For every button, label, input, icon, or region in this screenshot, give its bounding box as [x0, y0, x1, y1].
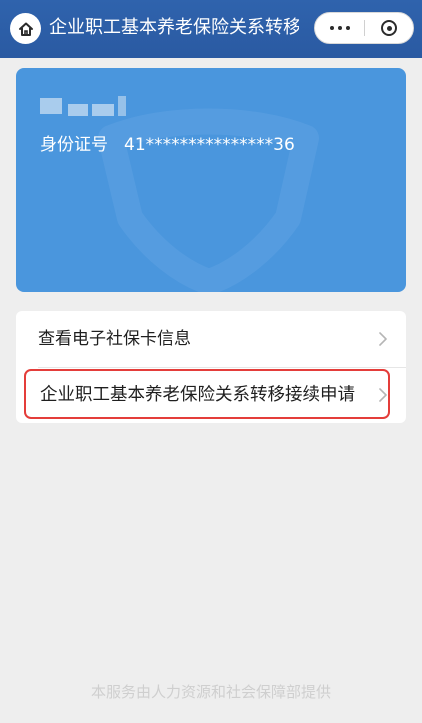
chevron-right-icon: [379, 332, 387, 346]
target-close-icon: [381, 20, 397, 36]
menu-item-view-card-info[interactable]: 查看电子社保卡信息: [16, 311, 406, 367]
close-button[interactable]: [365, 13, 413, 43]
header-bar: 企业职工基本养老保险关系转移...: [0, 0, 422, 58]
menu-item-label: 查看电子社保卡信息: [38, 329, 191, 349]
page-title: 企业职工基本养老保险关系转移...: [49, 17, 299, 38]
home-button[interactable]: [10, 13, 41, 44]
footer-provider-text: 本服务由人力资源和社会保障部提供: [90, 683, 331, 701]
highlight-box: [24, 369, 390, 419]
social-security-card: 身份证号 41***************36: [16, 68, 406, 292]
more-dots-icon: [328, 26, 352, 30]
id-number-value: 41***************36: [124, 135, 295, 155]
id-number-label: 身份证号: [40, 135, 108, 155]
home-icon: [18, 22, 33, 36]
cardholder-name-masked: [40, 92, 130, 120]
more-button[interactable]: [315, 13, 364, 43]
mini-program-capsule: [314, 12, 414, 44]
